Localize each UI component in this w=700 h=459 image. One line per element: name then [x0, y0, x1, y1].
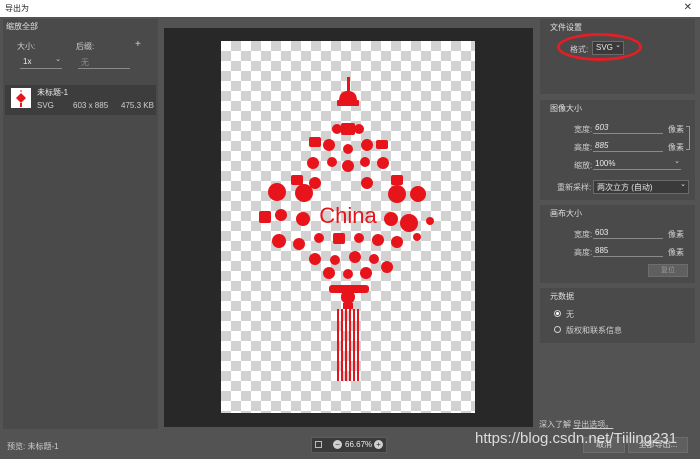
metadata-copyright-label: 版权和联系信息	[566, 326, 622, 335]
scale-all-title: 缩放全部	[6, 22, 38, 31]
preview-filename: 预览: 未标题-1	[7, 442, 59, 451]
file-name: 未标题-1	[37, 88, 69, 97]
canvas-width-label: 宽度:	[574, 230, 593, 239]
artwork-china-text: China	[319, 203, 377, 228]
file-list-item[interactable]: 未标题-1 SVG 603 x 885 475.3 KB	[5, 85, 156, 115]
window-title: 导出为	[5, 4, 29, 13]
metadata-panel: 元数据 无 版权和联系信息	[540, 288, 695, 343]
canvas-height-value: 885	[595, 246, 609, 255]
reset-button[interactable]: 复位	[648, 264, 688, 277]
image-height-value: 885	[595, 141, 609, 150]
canvas-width-value: 603	[595, 228, 609, 237]
scale-value: 100%	[595, 159, 616, 168]
scale-input[interactable]: 100% ⌄	[593, 158, 681, 170]
image-width-label: 宽度:	[574, 125, 593, 134]
preview-area: China	[164, 28, 533, 427]
learn-more-text: 深入了解 导出选项。	[539, 419, 613, 430]
image-height-input[interactable]: 885	[593, 141, 663, 152]
link-chain-icon[interactable]	[686, 126, 690, 150]
close-icon[interactable]: ✕	[684, 2, 692, 13]
metadata-title: 元数据	[550, 292, 574, 301]
zoom-out-icon[interactable]: −	[333, 440, 342, 449]
add-scale-icon[interactable]: +	[135, 39, 141, 50]
suffix-label: 后缀:	[76, 42, 95, 51]
file-size: 475.3 KB	[121, 101, 154, 110]
canvas-size-title: 画布大小	[550, 209, 582, 218]
image-size-title: 图像大小	[550, 104, 582, 113]
thumbnail-artwork-icon	[16, 90, 26, 107]
chevron-down-icon: ⌄	[674, 158, 680, 165]
image-size-panel: 图像大小 宽度: 603 像素 高度: 885 像素 缩放: 100% ⌄ 重新…	[540, 100, 695, 200]
canvas-height-input[interactable]: 885	[593, 246, 663, 257]
image-height-label: 高度:	[574, 143, 593, 152]
image-height-unit: 像素	[668, 143, 684, 152]
canvas-width-input[interactable]: 603	[593, 228, 663, 239]
metadata-none-radio[interactable]	[554, 310, 561, 317]
scale-label: 缩放:	[574, 161, 593, 170]
suffix-placeholder: 无	[81, 58, 89, 67]
file-settings-panel: 文件设置 格式: SVG ⌄	[540, 19, 695, 94]
resample-label: 重新采样:	[557, 183, 592, 192]
chevron-down-icon: ⌄	[680, 181, 686, 188]
resample-select[interactable]: 两次立方 (自动) ⌄	[593, 180, 689, 194]
image-width-input[interactable]: 603	[593, 123, 663, 134]
left-panel: 缩放全部 大小: 后缀: + 1x ⌄ 无 未标题-1 SVG 603 x 88…	[3, 19, 158, 429]
file-settings-title: 文件设置	[550, 23, 582, 32]
scale-select[interactable]: 1x ⌄	[20, 56, 62, 69]
metadata-none-label: 无	[566, 310, 574, 319]
chinese-knot-artwork: China	[259, 77, 434, 381]
file-format: SVG	[37, 101, 54, 110]
resample-value: 两次立方 (自动)	[597, 183, 653, 192]
canvas-width-unit: 像素	[668, 230, 684, 239]
chevron-down-icon: ⌄	[55, 56, 61, 63]
export-options-link[interactable]: 导出选项。	[573, 420, 613, 429]
metadata-copyright-radio[interactable]	[554, 326, 561, 333]
image-width-unit: 像素	[668, 125, 684, 134]
window-titlebar: 导出为 ✕	[0, 0, 700, 17]
zoom-bar: − 66.67% +	[311, 437, 387, 453]
annotation-ellipse	[557, 33, 642, 61]
preview-canvas: China	[221, 41, 475, 413]
learn-more-prefix: 深入了解	[539, 420, 571, 429]
canvas-height-label: 高度:	[574, 248, 593, 257]
canvas-size-panel: 画布大小 宽度: 603 像素 高度: 885 像素 复位	[540, 205, 695, 283]
watermark-text: https://blog.csdn.net/Tiiling231	[475, 430, 678, 447]
zoom-value: 66.67%	[345, 440, 373, 449]
scale-value: 1x	[23, 57, 32, 66]
canvas-height-unit: 像素	[668, 248, 684, 257]
image-width-value: 603	[595, 123, 609, 132]
fit-view-icon[interactable]	[315, 441, 322, 448]
file-dimensions: 603 x 885	[73, 101, 109, 110]
file-thumbnail	[11, 88, 31, 108]
zoom-in-icon[interactable]: +	[374, 440, 383, 449]
size-label: 大小:	[17, 42, 36, 51]
suffix-input[interactable]: 无	[78, 57, 130, 69]
